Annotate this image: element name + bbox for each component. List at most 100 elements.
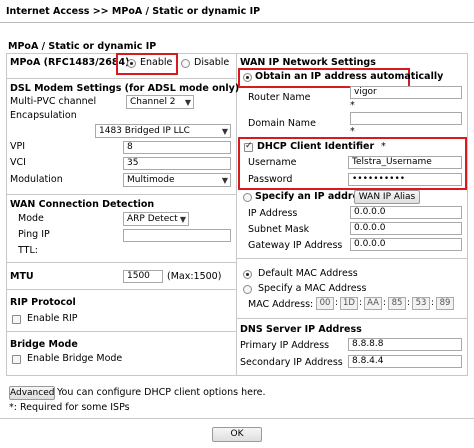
ip-address-label: IP Address (248, 208, 298, 219)
modulation-value: Multimode (127, 175, 175, 185)
subnet-mask-label: Subnet Mask (248, 224, 310, 235)
wan-ip-alias-button[interactable]: WAN IP Alias (354, 190, 420, 204)
mode-label: Mode (18, 213, 44, 224)
mac-octet-3[interactable]: AA (364, 297, 382, 310)
subnet-mask-input[interactable]: 0.0.0.0 (350, 222, 462, 235)
mtu-divider (6, 289, 237, 290)
breadcrumb-divider (0, 22, 474, 23)
secondary-dns-input[interactable]: 8.8.4.4 (348, 355, 462, 368)
section-title: MPoA / Static or dynamic IP (8, 41, 157, 52)
dhcp-identifier-checkbox[interactable] (244, 141, 253, 152)
rip-divider (6, 331, 237, 332)
gateway-label: Gateway IP Address (248, 240, 343, 251)
breadcrumb: Internet Access >> MPoA / Static or dyna… (6, 6, 261, 17)
dsl-divider (6, 194, 237, 195)
specify-mac-radio[interactable] (243, 285, 252, 294)
required-note: *: Required for some ISPs (9, 402, 130, 413)
mac-separator: : (335, 298, 339, 308)
bridge-title: Bridge Mode (10, 339, 78, 350)
modulation-select[interactable]: Multimode ▼ (123, 173, 231, 187)
encapsulation-label: Encapsulation (10, 110, 77, 121)
table-left-border (6, 53, 7, 376)
mpoa-disable-radio[interactable] (181, 59, 190, 68)
mac-separator: : (383, 298, 387, 308)
router-name-required: * (350, 100, 355, 111)
mac-separator: : (431, 298, 435, 308)
mac-octet-5[interactable]: 53 (412, 297, 430, 310)
footer-divider (0, 418, 474, 419)
mac-separator: : (359, 298, 363, 308)
chevron-down-icon: ▼ (221, 127, 228, 136)
mode-value: ARP Detect (127, 214, 178, 224)
ok-button[interactable]: OK (212, 427, 262, 442)
mpoa-divider (6, 78, 237, 79)
obtain-auto-radio[interactable] (243, 73, 252, 82)
rip-title: RIP Protocol (10, 297, 76, 308)
dns-title: DNS Server IP Address (240, 324, 362, 335)
mac-octet-2[interactable]: 1D (340, 297, 358, 310)
multi-pvc-value: Channel 2 (130, 97, 176, 107)
router-name-input[interactable]: vigor (350, 86, 462, 99)
modulation-label: Modulation (10, 174, 63, 185)
router-name-label: Router Name (248, 92, 311, 103)
mpoa-disable-label: Disable (194, 57, 230, 68)
obtain-auto-label: Obtain an IP address automatically (255, 71, 444, 82)
secondary-dns-label: Secondary IP Address (240, 357, 343, 368)
username-label: Username (248, 157, 297, 168)
enable-bridge-label: Enable Bridge Mode (27, 353, 123, 364)
encapsulation-value: 1483 Bridged IP LLC (99, 126, 190, 136)
dhcp-identifier-required: * (381, 141, 386, 152)
multi-pvc-select[interactable]: Channel 2 ▼ (126, 95, 194, 109)
ping-ip-input[interactable] (123, 229, 231, 242)
vci-label: VCI (10, 157, 26, 168)
multi-pvc-label: Multi-PVC channel (10, 96, 97, 107)
vci-input[interactable]: 35 (123, 157, 231, 170)
mac-address-label: MAC Address: (248, 299, 314, 310)
dhcp-identifier-label: DHCP Client Identifier (257, 141, 375, 152)
vpi-label: VPI (10, 141, 26, 152)
mode-select[interactable]: ARP Detect ▼ (123, 212, 189, 226)
ip-address-input[interactable]: 0.0.0.0 (350, 206, 462, 219)
mpoa-enable-label: Enable (140, 57, 173, 68)
gateway-input[interactable]: 0.0.0.0 (350, 238, 462, 251)
mac-separator: : (407, 298, 411, 308)
default-mac-label: Default MAC Address (258, 268, 358, 279)
mtu-label: MTU (10, 271, 34, 282)
enable-rip-label: Enable RIP (27, 313, 78, 324)
chevron-down-icon: ▼ (221, 176, 228, 185)
specify-mac-label: Specify a MAC Address (258, 283, 367, 294)
enable-rip-checkbox[interactable] (12, 315, 21, 324)
specify-ip-radio[interactable] (243, 193, 252, 202)
mac-octet-1[interactable]: 00 (316, 297, 334, 310)
advanced-note: You can configure DHCP client options he… (57, 387, 266, 398)
chevron-down-icon: ▼ (179, 215, 186, 224)
mpoa-label: MPoA (RFC1483/2684) (10, 57, 130, 68)
password-input[interactable]: •••••••••• (348, 173, 462, 186)
mpoa-enable-radio[interactable] (127, 59, 136, 68)
default-mac-radio[interactable] (243, 270, 252, 279)
column-divider (236, 53, 237, 376)
encapsulation-select[interactable]: 1483 Bridged IP LLC ▼ (95, 124, 231, 138)
table-top-border (6, 53, 468, 54)
chevron-down-icon: ▼ (184, 98, 191, 107)
password-label: Password (248, 174, 293, 185)
ping-ip-label: Ping IP (18, 229, 50, 240)
enable-bridge-checkbox[interactable] (12, 355, 21, 364)
mac-octet-6[interactable]: 89 (436, 297, 454, 310)
domain-name-input[interactable] (350, 112, 462, 125)
advanced-button[interactable]: Advanced (9, 386, 55, 400)
table-right-border (467, 53, 468, 376)
ip-divider (237, 258, 468, 259)
primary-dns-input[interactable]: 8.8.8.8 (348, 338, 462, 351)
mac-divider (237, 318, 468, 319)
username-input[interactable]: Telstra_Username (348, 156, 462, 169)
dsl-section-title: DSL Modem Settings (for ADSL mode only) (10, 83, 240, 94)
vpi-input[interactable]: 8 (123, 141, 231, 154)
mtu-input[interactable]: 1500 (123, 270, 163, 283)
table-bottom-border (6, 375, 468, 376)
domain-name-label: Domain Name (248, 118, 316, 129)
wan-conn-divider (6, 262, 237, 263)
ttl-label: TTL: (18, 245, 38, 256)
mtu-hint: (Max:1500) (167, 271, 222, 282)
mac-octet-4[interactable]: 85 (388, 297, 406, 310)
